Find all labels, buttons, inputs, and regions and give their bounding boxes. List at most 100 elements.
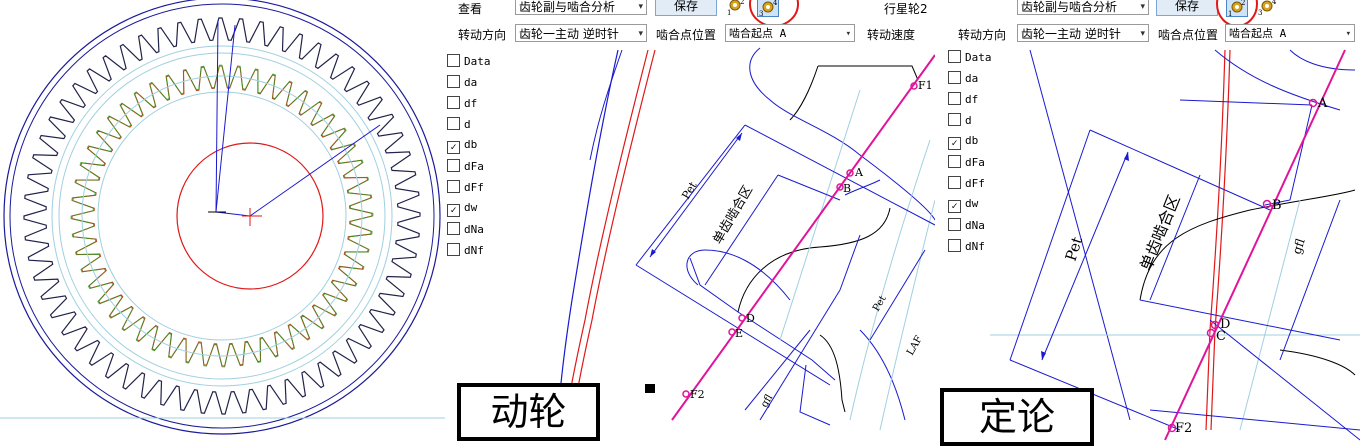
chevron-down-icon: ▾ [1345,29,1351,39]
center-link [215,211,251,217]
layer-checkbox-data-2[interactable]: Data [948,50,992,66]
layer-checkbox-label: dNf [965,240,985,253]
checkmark-icon: ✓ [447,204,460,217]
view-select[interactable]: 齿轮副与啮合分析 ▾ [515,0,647,15]
planet-gear-label: 行星轮2 [884,2,928,16]
layer-checkbox-data[interactable]: Data [447,54,491,70]
checkbox-icon [948,113,961,126]
layer-checkbox-label: dFf [965,177,985,190]
checkbox-icon [447,159,460,172]
layer-checkbox-dna[interactable]: dNa [447,222,484,238]
pet-dimension-label-2: Pet [871,294,889,314]
chevron-down-icon: ▾ [1140,2,1145,12]
pet-dimension-label: Pet [679,179,699,201]
checkbox-icon [948,176,961,189]
chevron-down-icon: ▾ [638,29,643,39]
layer-checkbox-d-2[interactable]: d [948,113,972,129]
checkbox-icon [447,54,460,67]
planet-base-circle [97,91,347,341]
layer-checkbox-da-2[interactable]: da [948,71,978,87]
checkbox-icon [948,218,961,231]
point-label-a-2: A [1317,96,1328,111]
mesh-position-select[interactable]: 啮合起点 A ▾ [725,24,855,42]
point-label-a: A [854,166,864,179]
planet-gear-teeth-alt [70,64,374,368]
layer-checkbox-label: dFa [965,156,985,169]
layer-checkbox-label: dNf [464,244,484,257]
layer-checkbox-dw[interactable]: ✓ dw [447,201,477,217]
save-button-2[interactable]: 保存 [1156,0,1218,16]
internal-gear-drawing [0,0,445,435]
gear-pair-tool-button[interactable]: 21 [726,0,748,17]
chevron-down-icon: ▾ [1140,29,1145,39]
point-label-f2: F2 [690,388,705,401]
chevron-down-icon: ▾ [845,29,851,39]
single-tooth-zone-label: 单齿啮合区 [710,183,755,247]
checkbox-icon [948,92,961,105]
rotation-select-value: 齿轮一主动 逆时针 [519,27,619,41]
view-label: 查看 [458,2,483,16]
layer-checkbox-label: df [464,97,478,110]
layer-checkbox-da[interactable]: da [447,75,477,91]
layer-checkbox-db-2[interactable]: ✓ db [948,134,978,150]
view-select-value: 齿轮副与啮合分析 [519,0,616,14]
mesh-position-label: 啮合点位置 [656,28,717,42]
layer-checkbox-df-2[interactable]: df [948,92,978,108]
rotation-select[interactable]: 齿轮一主动 逆时针 ▾ [515,24,647,42]
gfl-label-2: gfl [1290,237,1308,256]
checkbox-icon [948,155,961,168]
checkbox-icon [447,117,460,130]
layer-checkbox-label: Data [464,55,491,68]
caption-fixed-gear: 定论 [940,388,1094,446]
checkbox-icon [447,243,460,256]
checkbox-icon [948,50,961,63]
view-select-2[interactable]: 齿轮副与啮合分析 ▾ [1017,0,1149,15]
rotation-select-2[interactable]: 齿轮一主动 逆时针 ▾ [1017,24,1149,42]
layer-checkbox-db[interactable]: ✓ db [447,138,477,154]
layer-checkbox-dna-2[interactable]: dNa [948,218,985,234]
mesh-position-label-2: 啮合点位置 [1158,28,1219,42]
gear-set-icon: 43 [1258,0,1277,17]
save-button[interactable]: 保存 [655,0,717,16]
layer-checkbox-dff-2[interactable]: dFf [948,176,985,192]
speed-label: 转动速度 [867,28,916,42]
svg-text:1: 1 [727,9,731,17]
svg-text:4: 4 [1272,0,1277,6]
point-label-b-2: B [1272,198,1282,213]
layer-checkbox-d[interactable]: d [447,117,471,133]
layer-checkbox-label: df [965,93,979,106]
pet-dimension-label-3: Pet [1062,235,1087,264]
layer-checkbox-label: dw [464,201,478,214]
checkmark-icon: ✓ [948,200,961,213]
layer-checkbox-label: db [965,134,979,147]
layer-checkbox-label: da [464,76,478,89]
layer-checkbox-dfa-2[interactable]: dFa [948,155,985,171]
gear-set-tool-button-2[interactable]: 43 [1257,0,1279,17]
marker-square [645,384,655,393]
gear-icon: 21 [727,0,744,17]
layer-checkbox-dnf[interactable]: dNf [447,243,484,259]
gear-overview-panel [0,0,445,445]
layer-checkbox-dfa[interactable]: dFa [447,159,484,175]
layer-checkbox-label: dFa [464,160,484,173]
layer-checkbox-df[interactable]: df [447,96,477,112]
mesh-analysis-panel-fixed: A B D C F2 Pet 单齿啮合区 gfl [990,44,1360,445]
base-circle-ring [51,45,393,387]
mesh-position-select-2[interactable]: 啮合起点 A ▾ [1225,24,1355,42]
mesh-analysis-diagram-fixed: A B D C F2 Pet 单齿啮合区 gfl [990,49,1360,441]
layer-checkbox-dff[interactable]: dFf [447,180,484,196]
layer-checkbox-label: da [965,72,979,85]
rotation-select-value-2: 齿轮一主动 逆时针 [1021,27,1121,41]
layer-checkbox-label: d [464,118,471,131]
ring-gear-teeth [23,17,421,415]
point-label-c-2: C [1216,329,1226,344]
radius-line-1 [215,19,219,213]
checkbox-icon [447,96,460,109]
checkbox-icon [948,239,961,252]
layer-checkbox-dw-2[interactable]: ✓ dw [948,197,978,213]
mesh-position-select-value: 啮合起点 A [729,27,787,40]
layer-checkbox-dnf-2[interactable]: dNf [948,239,985,255]
gfl-label: gfl [759,392,775,409]
view-select-value-2: 齿轮副与啮合分析 [1021,0,1118,14]
layer-checkbox-label: dNa [965,219,985,232]
